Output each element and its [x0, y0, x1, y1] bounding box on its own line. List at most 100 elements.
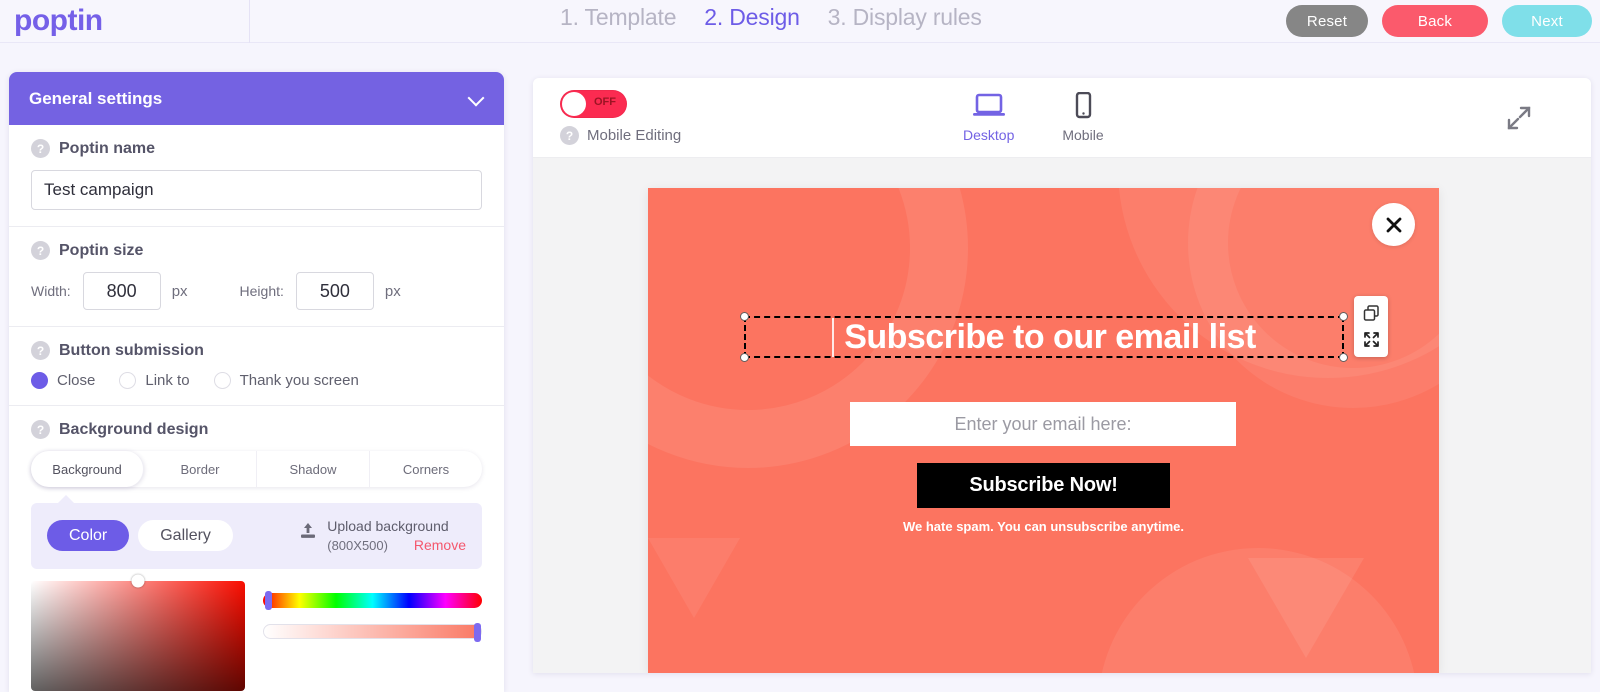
- mobile-label: Mobile: [1062, 127, 1104, 143]
- button-submission-label-row: ? Button submission: [31, 341, 482, 360]
- chevron-down-icon[interactable]: [470, 92, 484, 106]
- mobile-editing-toggle[interactable]: OFF: [560, 90, 627, 118]
- poptin-size-label: Poptin size: [59, 241, 144, 259]
- saturation-value-area[interactable]: [31, 574, 245, 691]
- canvas-toolbar: OFF ? Mobile Editing Desktop Mobile: [533, 78, 1591, 158]
- gallery-mode-button[interactable]: Gallery: [138, 520, 233, 552]
- wizard-steps: 1. Template 2. Design 3. Display rules: [560, 4, 982, 31]
- tab-border[interactable]: Border: [144, 451, 257, 487]
- settings-sidebar: General settings ? Poptin name ? Poptin …: [9, 72, 504, 692]
- width-input[interactable]: [82, 272, 161, 310]
- mobile-editing-label: Mobile Editing: [587, 127, 682, 144]
- background-mode-row: Color Gallery Upload background (800X500…: [47, 517, 466, 555]
- next-button[interactable]: Next: [1502, 5, 1592, 37]
- resize-handle-bottom-left[interactable]: [740, 353, 749, 362]
- top-actions: Reset Back Next: [1286, 5, 1592, 37]
- upload-background-group[interactable]: Upload background (800X500) Remove: [298, 517, 466, 555]
- desktop-label: Desktop: [963, 127, 1015, 143]
- hue-slider-handle[interactable]: [265, 590, 272, 610]
- duplicate-icon[interactable]: [1362, 304, 1381, 323]
- popup-subscribe-button[interactable]: Subscribe Now!: [917, 463, 1170, 508]
- color-sliders: [263, 581, 482, 691]
- color-mode-button[interactable]: Color: [47, 520, 130, 552]
- background-design-label-row: ? Background design: [31, 420, 482, 439]
- help-icon[interactable]: ?: [31, 139, 50, 158]
- radio-thank-you-screen[interactable]: Thank you screen: [213, 372, 359, 389]
- radio-close[interactable]: Close: [31, 372, 95, 389]
- background-design-section: ? Background design Background Border Sh…: [9, 406, 504, 692]
- headline-selection-box[interactable]: Subscribe to our email list: [740, 312, 1348, 362]
- tab-shadow[interactable]: Shadow: [257, 451, 370, 487]
- color-picker: [31, 574, 482, 691]
- device-desktop[interactable]: Desktop: [963, 92, 1014, 143]
- mobile-editing-caption: ? Mobile Editing: [560, 126, 681, 145]
- remove-background-link[interactable]: Remove: [414, 537, 466, 553]
- resize-handle-top-right[interactable]: [1339, 312, 1348, 321]
- help-icon[interactable]: ?: [31, 420, 50, 439]
- help-icon[interactable]: ?: [31, 341, 50, 360]
- general-settings-header[interactable]: General settings: [9, 72, 504, 125]
- step-design[interactable]: 2. Design: [704, 4, 800, 31]
- editor-canvas: OFF ? Mobile Editing Desktop Mobile Subs…: [533, 78, 1591, 673]
- expand-icon[interactable]: [1505, 104, 1533, 132]
- button-submission-label: Button submission: [59, 341, 204, 359]
- poptin-name-label-row: ? Poptin name: [31, 139, 482, 158]
- poptin-name-input[interactable]: [31, 170, 482, 210]
- popup-email-field[interactable]: Enter your email here:: [850, 402, 1236, 446]
- top-bar: poptin 1. Template 2. Design 3. Display …: [0, 0, 1600, 43]
- radio-indicator[interactable]: [119, 372, 137, 389]
- size-inputs-row: Width: px Height: px: [31, 272, 482, 310]
- reset-button[interactable]: Reset: [1286, 5, 1368, 37]
- submission-radio-group: Close Link to Thank you screen: [31, 372, 482, 389]
- back-button[interactable]: Back: [1382, 5, 1488, 37]
- radio-link-to[interactable]: Link to: [119, 372, 190, 389]
- upload-text-group: Upload background (800X500) Remove: [327, 517, 466, 555]
- step-display-rules[interactable]: 3. Display rules: [828, 4, 982, 31]
- width-label: Width:: [31, 283, 71, 299]
- device-switcher: Desktop Mobile: [963, 91, 1104, 143]
- tab-corners[interactable]: Corners: [370, 451, 482, 487]
- alpha-slider[interactable]: [263, 622, 482, 642]
- button-submission-section: ? Button submission Close Link to Thank …: [9, 327, 504, 406]
- toggle-knob: [562, 92, 586, 116]
- radio-close-label: Close: [57, 372, 96, 389]
- poptin-name-label: Poptin name: [59, 139, 156, 157]
- popup-preview[interactable]: Subscribe to our email list Enter your e…: [648, 188, 1439, 673]
- radio-indicator[interactable]: [213, 372, 231, 389]
- radio-indicator[interactable]: [31, 372, 48, 389]
- desktop-icon: [971, 93, 1007, 124]
- subscribe-button-label: Subscribe Now!: [969, 474, 1118, 496]
- alpha-slider-handle[interactable]: [474, 622, 481, 642]
- popup-headline[interactable]: Subscribe to our email list: [832, 317, 1256, 357]
- popup-disclaimer: We hate spam. You can unsubscribe anytim…: [902, 519, 1185, 534]
- email-placeholder: Enter your email here:: [954, 413, 1132, 434]
- popup-close-button[interactable]: [1372, 203, 1415, 246]
- resize-handle-bottom-right[interactable]: [1339, 353, 1348, 362]
- poptin-logo[interactable]: poptin: [14, 4, 103, 38]
- mobile-icon: [1065, 91, 1101, 124]
- resize-handle-top-left[interactable]: [740, 312, 749, 321]
- move-icon[interactable]: [1362, 330, 1381, 349]
- element-toolbar: [1354, 296, 1388, 357]
- height-input[interactable]: [295, 272, 374, 310]
- help-icon[interactable]: ?: [31, 241, 50, 260]
- hue-slider[interactable]: [263, 590, 482, 610]
- tab-background[interactable]: Background: [31, 451, 144, 487]
- device-mobile[interactable]: Mobile: [1062, 91, 1104, 143]
- decoration-circle-bottom: [1098, 548, 1418, 673]
- help-icon[interactable]: ?: [560, 126, 579, 145]
- upload-background-label: Upload background: [327, 518, 449, 534]
- decoration-triangle-right: [1248, 558, 1364, 658]
- height-unit: px: [384, 282, 401, 300]
- logo-divider: [249, 0, 250, 43]
- background-design-tabs: Background Border Shadow Corners: [31, 451, 482, 487]
- step-template[interactable]: 1. Template: [560, 4, 676, 31]
- saturation-handle[interactable]: [131, 574, 145, 588]
- poptin-size-label-row: ? Poptin size: [31, 241, 482, 260]
- panel-title: General settings: [29, 88, 163, 108]
- upload-icon[interactable]: [298, 521, 318, 541]
- radio-thank-you-label: Thank you screen: [239, 372, 359, 389]
- poptin-name-section: ? Poptin name: [9, 125, 504, 227]
- radio-link-to-label: Link to: [145, 372, 190, 389]
- height-label: Height:: [239, 283, 284, 299]
